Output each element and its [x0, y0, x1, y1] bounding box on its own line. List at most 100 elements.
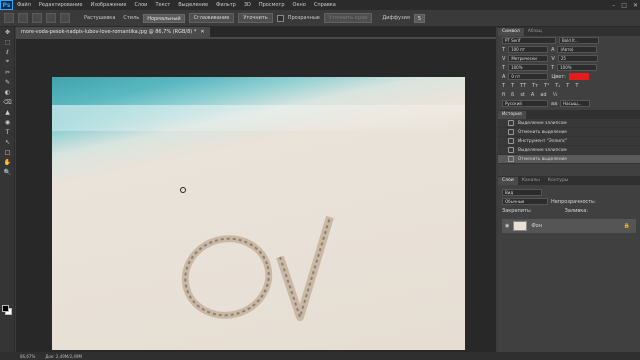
visibility-eye-icon[interactable]: ◉	[505, 223, 509, 229]
menu-filter[interactable]: Фильтр	[212, 2, 240, 8]
layer-row[interactable]: ◉ Фон 🔒	[502, 219, 636, 233]
type-tool-icon[interactable]: T	[0, 127, 15, 137]
history-step-icon	[508, 120, 514, 126]
subtract-selection-icon[interactable]	[46, 13, 56, 23]
eraser-tool-icon[interactable]: ⌫	[0, 97, 15, 107]
document-tab-bar	[16, 37, 496, 39]
tab-history[interactable]: История	[498, 111, 526, 119]
baseline-field[interactable]: 0 пт	[508, 73, 549, 80]
tool-preset-icon[interactable]	[4, 13, 14, 23]
ligature-icon[interactable]: fi	[502, 92, 505, 98]
document-area: more-voda-pesok-nadpis-lubov-love-romant…	[16, 27, 496, 352]
font-style-select[interactable]: Bold It...	[559, 37, 599, 44]
vertical-scale-field[interactable]: 100%	[508, 64, 549, 71]
opacity-label: Непрозрачность:	[551, 198, 596, 205]
menu-help[interactable]: Справка	[310, 2, 340, 8]
small-caps-icon[interactable]: Tт	[532, 83, 538, 89]
layer-thumbnail	[513, 221, 528, 231]
brush-tool-icon[interactable]: ✎	[0, 77, 15, 87]
photoshop-logo: Ps	[0, 0, 13, 10]
fraction-icon[interactable]: ½	[553, 92, 558, 98]
sand-carving	[181, 215, 334, 321]
menu-file[interactable]: Файл	[13, 2, 35, 8]
font-family-select[interactable]: PT Serif	[502, 37, 556, 44]
hand-tool-icon[interactable]: ✋	[0, 157, 15, 167]
tab-channels[interactable]: Каналы	[518, 177, 544, 185]
refine-edge-button[interactable]: Уточнить край	[323, 13, 373, 23]
transparent-checkbox[interactable]	[276, 14, 284, 22]
slice-tool-icon[interactable]: ✂	[0, 67, 15, 77]
close-icon[interactable]: ✕	[633, 2, 638, 9]
font-size-field[interactable]: 100 пт	[508, 46, 549, 53]
menu-view[interactable]: Просмотр	[255, 2, 289, 8]
maximize-icon[interactable]: □	[621, 2, 627, 9]
tab-layers[interactable]: Слои	[498, 177, 518, 185]
menu-image[interactable]: Изображение	[86, 2, 130, 8]
foreground-color-swatch[interactable]	[2, 305, 9, 312]
leading-field[interactable]: (Авто)	[557, 46, 598, 53]
superscript-icon[interactable]: T¹	[544, 83, 549, 89]
underline-icon[interactable]: T	[566, 83, 569, 89]
fill-label: Заливка:	[564, 207, 589, 214]
menu-3d[interactable]: 3D	[240, 2, 255, 8]
faux-bold-icon[interactable]: T	[502, 83, 505, 89]
layer-kind-filter[interactable]: Вид	[502, 189, 542, 196]
marquee-tool-icon[interactable]: ⬚	[0, 37, 15, 47]
menu-layers[interactable]: Слои	[130, 2, 151, 8]
discretionary-icon[interactable]: ß	[511, 92, 514, 98]
zoom-tool-icon[interactable]: 🔍	[0, 167, 15, 177]
tab-character[interactable]: Символ	[498, 28, 524, 36]
all-caps-icon[interactable]: TT	[520, 83, 526, 89]
zoom-level[interactable]: 86,67%	[20, 354, 35, 359]
tab-paths[interactable]: Контуры	[544, 177, 573, 185]
style-select[interactable]: Нормальный	[143, 13, 185, 23]
tab-paragraph[interactable]: Абзац	[524, 28, 546, 36]
path-select-tool-icon[interactable]: ↖	[0, 137, 15, 147]
dodge-tool-icon[interactable]: ◐	[0, 87, 15, 97]
menu-select[interactable]: Выделение	[174, 2, 212, 8]
faux-italic-icon[interactable]: T	[511, 83, 514, 89]
horizontal-scale-field[interactable]: 100%	[557, 64, 598, 71]
blend-mode-select[interactable]: Обычные	[502, 198, 548, 205]
add-selection-icon[interactable]	[32, 13, 42, 23]
refine-button[interactable]: Уточнить	[238, 13, 273, 23]
tracking-field[interactable]: 25	[557, 55, 598, 62]
intersect-selection-icon[interactable]	[60, 13, 70, 23]
crop-tool-icon[interactable]: ⌖	[0, 57, 15, 67]
shape-tool-icon[interactable]: □	[0, 147, 15, 157]
document-tab[interactable]: more-voda-pesok-nadpis-lubov-love-romant…	[16, 27, 210, 37]
status-bar: 86,67% Док: 2,49M/2,49M	[0, 352, 640, 360]
strikethrough-icon[interactable]: T	[575, 83, 578, 89]
language-select[interactable]: Русский	[502, 100, 548, 107]
menu-window[interactable]: Окно	[289, 2, 310, 8]
image-canvas[interactable]	[52, 77, 465, 350]
antialias-select[interactable]: Насыщ...	[560, 100, 591, 107]
kerning-field[interactable]: Метрически	[508, 55, 549, 62]
tolerance-field[interactable]: 5	[413, 13, 426, 23]
history-item[interactable]: Инструмент "Эллипс"	[498, 137, 640, 146]
history-item[interactable]: Выделение эллипсом	[498, 119, 640, 128]
new-selection-icon[interactable]	[18, 13, 28, 23]
blur-tool-icon[interactable]: ◉	[0, 117, 15, 127]
ordinal-icon[interactable]: A	[531, 92, 534, 98]
character-panel-tabs: Символ Абзац	[498, 27, 640, 36]
close-document-icon[interactable]: ✕	[200, 29, 204, 35]
lasso-tool-icon[interactable]: ℓ	[0, 47, 15, 57]
gradient-tool-icon[interactable]: ▲	[0, 107, 15, 117]
font-size-icon: T	[502, 46, 506, 53]
history-item[interactable]: Отменить выделение	[498, 128, 640, 137]
subscript-icon[interactable]: T₁	[555, 83, 560, 89]
titling-icon[interactable]: ad	[540, 92, 546, 98]
text-color-swatch[interactable]	[568, 73, 589, 80]
smooth-button[interactable]: Сглаживание	[188, 13, 235, 23]
tolerance-label: Диффузия	[382, 15, 410, 21]
minimize-icon[interactable]: –	[612, 2, 615, 9]
menu-text[interactable]: Текст	[151, 2, 174, 8]
history-item[interactable]: Выделение эллипсом	[498, 146, 640, 155]
move-tool-icon[interactable]: ✥	[0, 27, 15, 37]
swash-icon[interactable]: st	[520, 92, 525, 98]
menu-edit[interactable]: Редактирование	[35, 2, 87, 8]
history-item-selected[interactable]: Отменить выделение	[498, 155, 640, 164]
tracking-icon: V	[551, 55, 555, 62]
baseline-icon: A	[502, 73, 506, 80]
